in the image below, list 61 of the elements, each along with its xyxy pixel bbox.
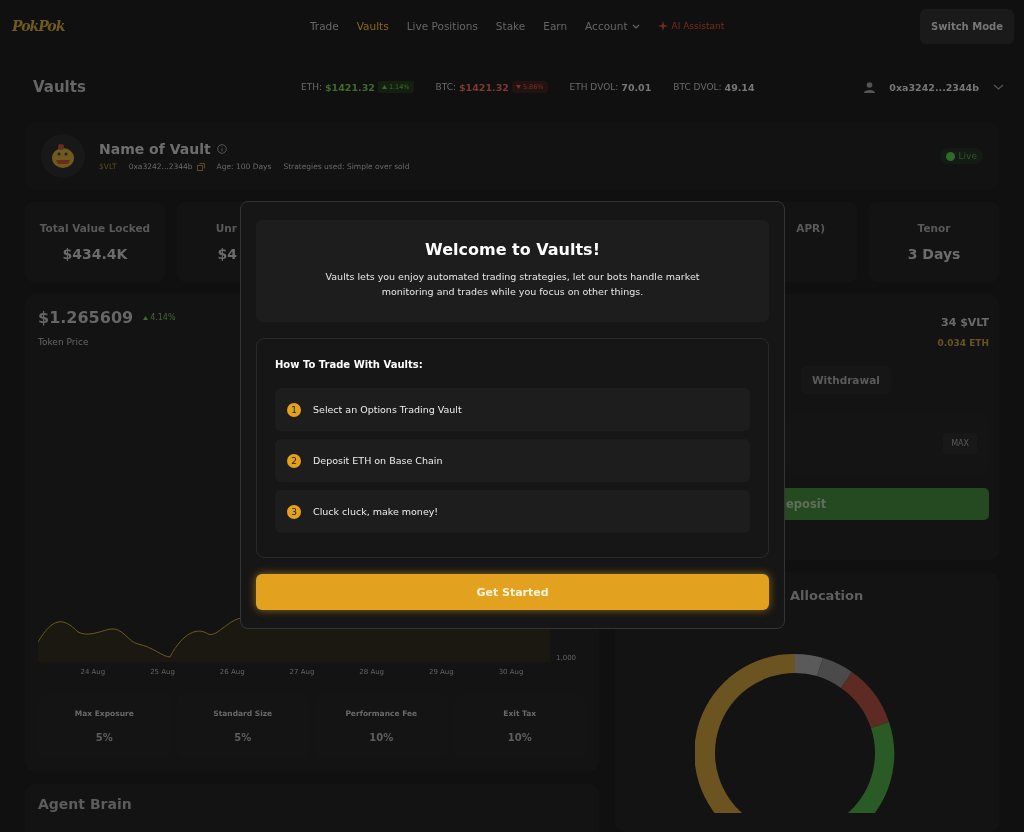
logo[interactable]: PokPok (12, 18, 65, 34)
stat-value: 3 Days (907, 246, 961, 262)
nav-link[interactable]: Vaults (356, 20, 389, 32)
dialog-title: Welcome to Vaults! (425, 240, 600, 259)
agent-brain-title: Agent Brain (38, 796, 133, 812)
nav-link[interactable]: Earn (543, 20, 568, 32)
user-icon (864, 81, 876, 93)
step-text: Select an Options Trading Vault (313, 404, 462, 415)
info-icon[interactable] (216, 144, 227, 154)
token-price: $1.265609 (38, 308, 134, 327)
nav-dropdown[interactable]: Account (585, 20, 640, 32)
ticker-price: $1421.32 (325, 81, 375, 93)
stat-label: Unr (215, 222, 237, 234)
dvol-value: 49.14 (724, 81, 755, 93)
token-price-label: Token Price (38, 337, 90, 347)
vault-name: Name of Vault (99, 141, 211, 157)
live-status-badge: Live (939, 148, 983, 164)
sparkle-icon (657, 21, 668, 31)
chevron-down-icon (993, 84, 1004, 90)
account-menu[interactable]: 0xa3242...2344b (864, 81, 1004, 93)
step-number: 3 (287, 504, 301, 519)
ticker-label: ETH: (301, 82, 322, 92)
switch-mode-button[interactable]: Switch Mode (920, 8, 1014, 44)
stat-value: $434.4K (62, 246, 128, 262)
param-value: 10% (369, 732, 394, 743)
stat-value: $4 (217, 246, 237, 262)
steps-title: How To Trade With Vaults: (275, 359, 424, 370)
param-value: 5% (95, 732, 113, 743)
dvol-value: 70.01 (621, 81, 652, 93)
stat-label: Tenor (917, 222, 951, 234)
allocation-title: Allocation (790, 588, 865, 603)
down-triangle-icon (515, 85, 521, 89)
step-number: 2 (287, 453, 301, 468)
step-text: Cluck cluck, make money! (313, 506, 439, 517)
stat-label: APR) (796, 222, 825, 234)
ticker-price: $1421.32 (459, 81, 509, 93)
change-percent: 4.14% (150, 313, 176, 322)
dialog-description: Vaults lets you enjoy automated trading strategies, let our bots handle market monitoring and trades while you focus on other things. (324, 270, 701, 299)
chick-icon (50, 143, 76, 169)
max-button[interactable]: MAX (943, 432, 977, 454)
nav-link[interactable]: Trade (310, 20, 339, 32)
ticker-label: BTC: (435, 82, 456, 92)
copy-icon[interactable] (196, 162, 205, 171)
param-value: 10% (507, 732, 532, 743)
dvol-label: BTC DVOL: (673, 82, 722, 92)
param-value: 5% (234, 732, 252, 743)
step-text: Deposit ETH on Base Chain (313, 455, 443, 466)
status-dot (945, 151, 955, 161)
nav-link[interactable]: Stake (495, 20, 526, 32)
up-triangle-icon (143, 315, 149, 320)
dvol-label: ETH DVOL: (569, 82, 619, 92)
get-started-button[interactable]: Get Started (256, 574, 769, 610)
nav-link[interactable]: Live Positions (406, 20, 478, 32)
ai-assistant-link[interactable]: AI Assistant (657, 21, 725, 31)
up-triangle-icon (381, 85, 387, 89)
balance-amount: 34 $VLT (941, 316, 989, 329)
stat-label: Total Value Locked (39, 222, 151, 234)
balance-eth: 0.034 ETH (937, 338, 989, 348)
page-title: Vaults (33, 78, 87, 96)
chevron-down-icon (631, 23, 640, 29)
step-number: 1 (287, 402, 301, 417)
